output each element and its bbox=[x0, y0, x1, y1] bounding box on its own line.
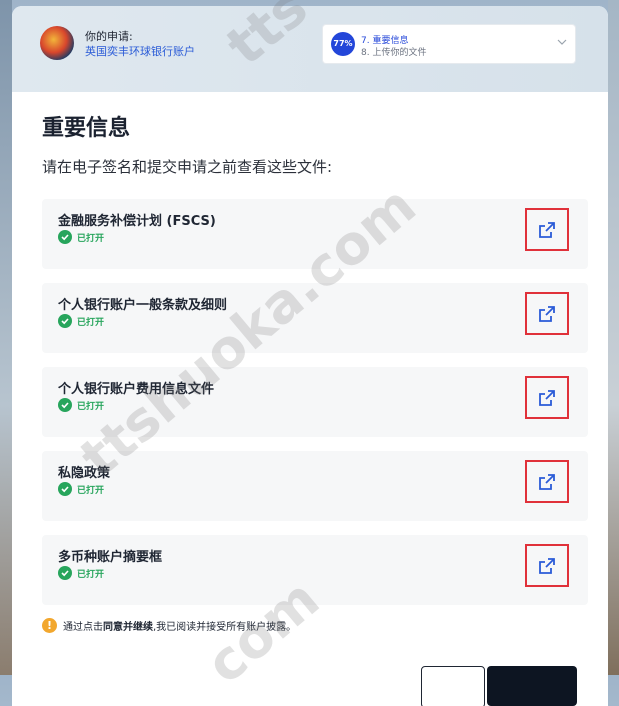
external-link-icon bbox=[539, 473, 555, 490]
document-title: 多币种账户摘要框 bbox=[58, 550, 163, 565]
document-title: 私隐政策 bbox=[58, 466, 111, 481]
agree-continue-button[interactable] bbox=[487, 666, 577, 706]
document-title: 个人银行账户费用信息文件 bbox=[58, 382, 215, 397]
application-header: 你的申请: 英国奕丰环球银行账户 77% 7. 重要信息 8. 上传你的文件 bbox=[12, 6, 608, 92]
document-item-multicurrency: 多币种账户摘要框 已打开 bbox=[42, 535, 588, 605]
document-status: 已打开 bbox=[58, 482, 104, 496]
check-circle-icon bbox=[58, 482, 72, 496]
document-status: 已打开 bbox=[58, 314, 104, 328]
open-document-button[interactable] bbox=[525, 544, 569, 587]
background-right bbox=[608, 0, 619, 675]
open-document-button[interactable] bbox=[525, 292, 569, 335]
open-document-button[interactable] bbox=[525, 376, 569, 419]
next-step: 8. 上传你的文件 bbox=[361, 48, 427, 58]
page-intro: 请在电子签名和提交申请之前查看这些文件: bbox=[42, 158, 333, 176]
step-selector[interactable]: 77% 7. 重要信息 8. 上传你的文件 bbox=[323, 25, 575, 63]
external-link-icon bbox=[539, 305, 555, 322]
status-label: 已打开 bbox=[77, 317, 105, 328]
document-status: 已打开 bbox=[58, 230, 104, 244]
warning-icon: ! bbox=[42, 618, 57, 633]
external-link-icon bbox=[539, 221, 555, 238]
chevron-down-icon bbox=[557, 39, 567, 45]
progress-badge: 77% bbox=[331, 32, 355, 56]
document-status: 已打开 bbox=[58, 398, 104, 412]
external-link-icon bbox=[539, 389, 555, 406]
notice-text: 通过点击同意并继续,我已阅读并接受所有账户披露。 bbox=[63, 622, 297, 633]
check-circle-icon bbox=[58, 398, 72, 412]
application-avatar bbox=[40, 26, 74, 60]
document-item-fscs: 金融服务补偿计划 (FSCS) 已打开 bbox=[42, 199, 588, 269]
application-name: 英国奕丰环球银行账户 bbox=[85, 45, 195, 58]
external-link-icon bbox=[539, 557, 555, 574]
open-document-button[interactable] bbox=[525, 460, 569, 503]
status-label: 已打开 bbox=[77, 485, 105, 496]
check-circle-icon bbox=[58, 230, 72, 244]
document-status: 已打开 bbox=[58, 566, 104, 580]
check-circle-icon bbox=[58, 566, 72, 580]
document-title: 金融服务补偿计划 (FSCS) bbox=[58, 214, 216, 229]
status-label: 已打开 bbox=[77, 569, 105, 580]
page-title: 重要信息 bbox=[42, 116, 131, 141]
main-card: 你的申请: 英国奕丰环球银行账户 77% 7. 重要信息 8. 上传你的文件 重… bbox=[12, 6, 608, 706]
background-left bbox=[0, 0, 12, 675]
application-label: 你的申请: bbox=[85, 30, 133, 43]
document-title: 个人银行账户一般条款及细则 bbox=[58, 298, 228, 313]
document-item-general-terms: 个人银行账户一般条款及细则 已打开 bbox=[42, 283, 588, 353]
open-document-button[interactable] bbox=[525, 208, 569, 251]
document-item-fee-info: 个人银行账户费用信息文件 已打开 bbox=[42, 367, 588, 437]
status-label: 已打开 bbox=[77, 401, 105, 412]
document-item-privacy: 私隐政策 已打开 bbox=[42, 451, 588, 521]
status-label: 已打开 bbox=[77, 233, 105, 244]
disclosure-notice: ! 通过点击同意并继续,我已阅读并接受所有账户披露。 bbox=[42, 618, 296, 633]
check-circle-icon bbox=[58, 314, 72, 328]
back-button[interactable] bbox=[421, 666, 485, 706]
